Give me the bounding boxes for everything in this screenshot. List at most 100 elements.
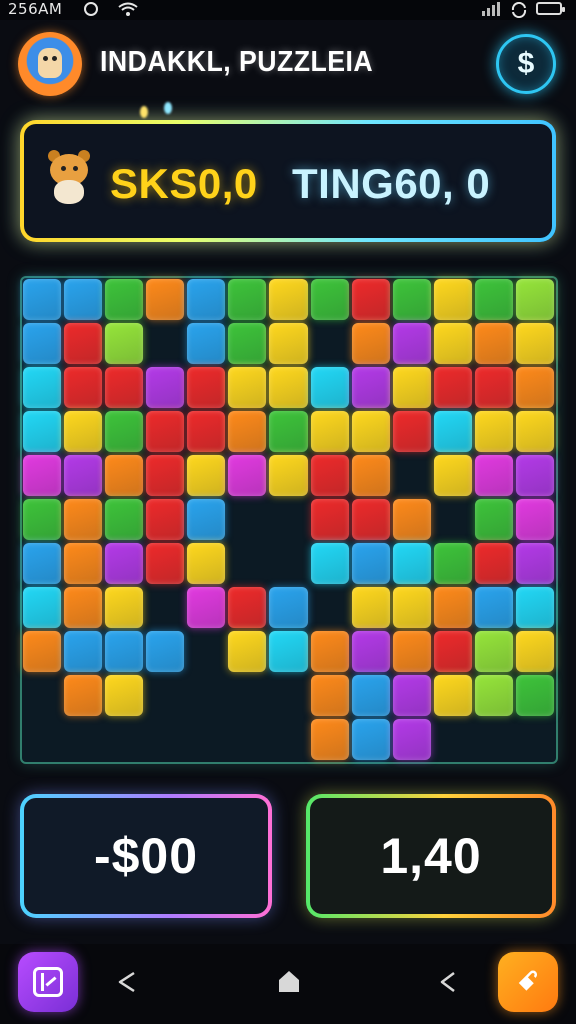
puzzle-tile[interactable]	[433, 587, 472, 628]
puzzle-tile[interactable]	[515, 455, 554, 496]
puzzle-tile[interactable]	[310, 455, 349, 496]
puzzle-tile[interactable]	[351, 499, 390, 540]
puzzle-tile[interactable]	[433, 411, 472, 452]
puzzle-tile[interactable]	[433, 455, 472, 496]
puzzle-app-button[interactable]	[18, 952, 78, 1012]
puzzle-tile[interactable]	[474, 411, 513, 452]
coin-button[interactable]: $	[496, 34, 556, 94]
puzzle-tile[interactable]	[310, 411, 349, 452]
puzzle-tile[interactable]	[515, 631, 554, 672]
puzzle-tile[interactable]	[392, 367, 431, 408]
puzzle-tile[interactable]	[23, 631, 62, 672]
puzzle-tile[interactable]	[474, 279, 513, 320]
puzzle-tile[interactable]	[351, 323, 390, 364]
puzzle-tile[interactable]	[228, 279, 267, 320]
puzzle-tile[interactable]	[105, 279, 144, 320]
puzzle-tile[interactable]	[105, 631, 144, 672]
puzzle-tile[interactable]	[228, 323, 267, 364]
puzzle-tile[interactable]	[187, 587, 226, 628]
puzzle-tile[interactable]	[105, 411, 144, 452]
puzzle-tile[interactable]	[515, 367, 554, 408]
puzzle-tile[interactable]	[310, 631, 349, 672]
puzzle-tile[interactable]	[64, 587, 103, 628]
puzzle-tile[interactable]	[105, 587, 144, 628]
puzzle-tile[interactable]	[187, 411, 226, 452]
puzzle-tile[interactable]	[392, 499, 431, 540]
puzzle-tile[interactable]	[105, 367, 144, 408]
puzzle-tile[interactable]	[146, 367, 185, 408]
puzzle-tile[interactable]	[187, 543, 226, 584]
puzzle-tile[interactable]	[64, 455, 103, 496]
puzzle-tile[interactable]	[64, 543, 103, 584]
puzzle-tile[interactable]	[310, 279, 349, 320]
puzzle-tile[interactable]	[105, 323, 144, 364]
puzzle-tile[interactable]	[310, 675, 349, 716]
puzzle-tile[interactable]	[146, 411, 185, 452]
puzzle-tile[interactable]	[64, 411, 103, 452]
home-icon[interactable]	[276, 968, 302, 994]
puzzle-tile[interactable]	[23, 279, 62, 320]
puzzle-tile[interactable]	[433, 631, 472, 672]
puzzle-tile[interactable]	[392, 631, 431, 672]
puzzle-tile[interactable]	[474, 455, 513, 496]
puzzle-tile[interactable]	[392, 411, 431, 452]
puzzle-tile[interactable]	[187, 499, 226, 540]
puzzle-tile[interactable]	[23, 587, 62, 628]
puzzle-tile[interactable]	[23, 323, 62, 364]
puzzle-tile[interactable]	[269, 323, 308, 364]
puzzle-tile[interactable]	[23, 455, 62, 496]
puzzle-tile[interactable]	[23, 411, 62, 452]
puzzle-tile[interactable]	[392, 279, 431, 320]
puzzle-tile[interactable]	[228, 367, 267, 408]
puzzle-tile[interactable]	[351, 455, 390, 496]
puzzle-tile[interactable]	[187, 279, 226, 320]
puzzle-tile[interactable]	[269, 367, 308, 408]
puzzle-tile[interactable]	[515, 675, 554, 716]
puzzle-tile[interactable]	[515, 543, 554, 584]
puzzle-tile[interactable]	[351, 411, 390, 452]
puzzle-tile[interactable]	[392, 543, 431, 584]
puzzle-tile[interactable]	[351, 279, 390, 320]
game-controller-button[interactable]: ꗃ	[498, 952, 558, 1012]
puzzle-tile[interactable]	[351, 543, 390, 584]
puzzle-tile[interactable]	[187, 367, 226, 408]
puzzle-tile[interactable]	[187, 455, 226, 496]
puzzle-tile[interactable]	[474, 675, 513, 716]
puzzle-board[interactable]	[22, 278, 556, 762]
puzzle-tile[interactable]	[105, 499, 144, 540]
puzzle-tile[interactable]	[228, 631, 267, 672]
puzzle-tile[interactable]	[351, 367, 390, 408]
puzzle-tile[interactable]	[23, 367, 62, 408]
puzzle-tile[interactable]	[433, 543, 472, 584]
puzzle-tile[interactable]	[64, 499, 103, 540]
puzzle-tile[interactable]	[146, 543, 185, 584]
puzzle-tile[interactable]	[105, 455, 144, 496]
puzzle-tile[interactable]	[474, 587, 513, 628]
puzzle-tile[interactable]	[392, 675, 431, 716]
puzzle-tile[interactable]	[310, 367, 349, 408]
puzzle-tile[interactable]	[64, 631, 103, 672]
puzzle-tile[interactable]	[64, 279, 103, 320]
puzzle-tile[interactable]	[64, 675, 103, 716]
mascot-avatar-icon[interactable]	[18, 32, 82, 96]
puzzle-tile[interactable]	[64, 367, 103, 408]
puzzle-tile[interactable]	[105, 675, 144, 716]
puzzle-tile[interactable]	[228, 411, 267, 452]
puzzle-tile[interactable]	[228, 587, 267, 628]
puzzle-tile[interactable]	[515, 279, 554, 320]
puzzle-tile[interactable]	[269, 411, 308, 452]
puzzle-tile[interactable]	[351, 675, 390, 716]
puzzle-tile[interactable]	[105, 543, 144, 584]
puzzle-tile[interactable]	[351, 587, 390, 628]
puzzle-tile[interactable]	[474, 323, 513, 364]
puzzle-tile[interactable]	[146, 631, 185, 672]
puzzle-tile[interactable]	[433, 675, 472, 716]
puzzle-tile[interactable]	[433, 323, 472, 364]
puzzle-tile[interactable]	[351, 631, 390, 672]
puzzle-tile[interactable]	[146, 499, 185, 540]
puzzle-tile[interactable]	[23, 499, 62, 540]
puzzle-tile[interactable]	[433, 367, 472, 408]
puzzle-tile[interactable]	[474, 631, 513, 672]
puzzle-tile[interactable]	[187, 323, 226, 364]
puzzle-tile[interactable]	[474, 543, 513, 584]
